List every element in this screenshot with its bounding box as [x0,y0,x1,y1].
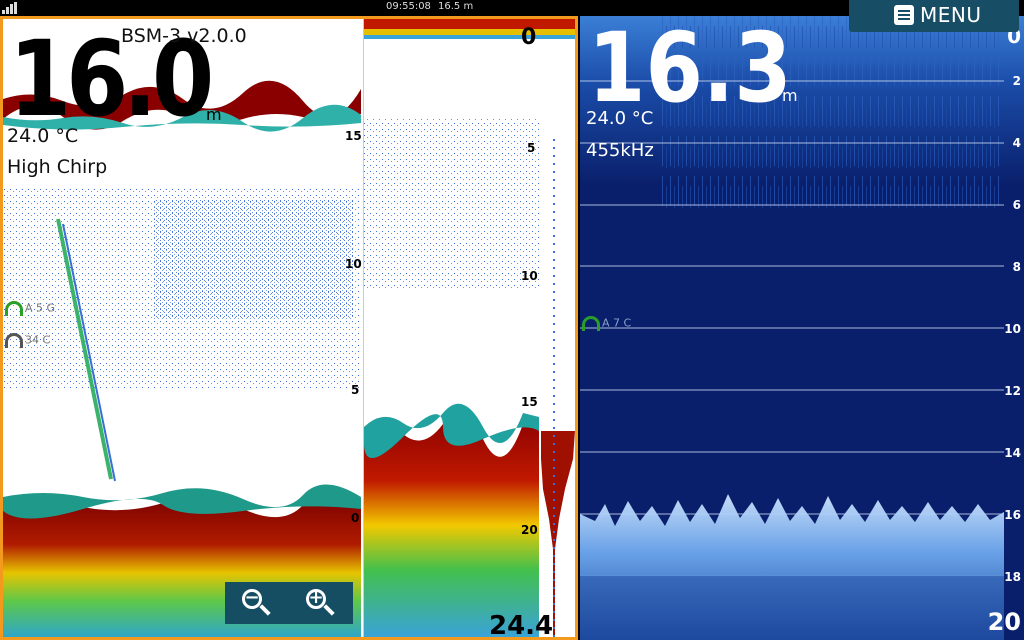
menu-button[interactable]: MENU [849,0,1019,32]
downscan-range-gauge[interactable]: A 7 C [582,316,631,331]
signal-strength-icon [2,2,22,14]
gauge-arc-icon [582,316,600,331]
zoom-scale-label: 10 [521,269,538,283]
zoom-out-button[interactable]: − [239,586,273,620]
zoom-in-button[interactable]: + [303,586,337,620]
status-depth: 16.5 m [438,1,474,12]
status-time: 09:55:08 [386,1,431,12]
downscan-scale-label: 18 [1004,570,1021,584]
depth-scale-label: 0 [351,511,360,525]
frequency-mode: High Chirp [7,156,108,178]
zoom-scale-label: 20 [521,523,538,537]
downscan-depth-readout: 16.3 [588,16,792,124]
menu-icon [894,5,914,25]
depth-scale-label: 15 [345,129,362,143]
downscan-scale-label: 16 [1004,508,1021,522]
depth-unit: m [206,105,222,124]
downscan-scale-label: 4 [1012,136,1021,150]
transducer-label: BSM-3 v2.0.0 [121,25,247,47]
downscan-scale-label: 12 [1004,384,1021,398]
water-temperature: 24.0 °C [7,125,79,147]
downscan-scale-label: 10 [1004,322,1021,336]
downscan-scale-label: 6 [1012,198,1021,212]
downscan-depth-unit: m [782,86,798,105]
downscan-panel[interactable]: 16.3 m 24.0 °C 455kHz A 7 C 0 2 4 6 8 10… [580,16,1024,640]
downscan-scale-label: 14 [1004,446,1021,460]
chirp-sonar-panel[interactable]: 16.0 m BSM-3 v2.0.0 24.0 °C High Chirp 1… [0,16,578,640]
downscan-bottom-depth: 20 [987,608,1021,636]
downscan-scale-label: 8 [1012,260,1021,274]
downscan-scale-label: 2 [1012,74,1021,88]
bottom-depth-label: 24.4 [489,611,554,640]
downscan-frequency: 455kHz [586,140,654,161]
downscan-temperature: 24.0 °C [586,108,654,129]
gain-gauge[interactable]: 34 C [5,333,50,348]
zoom-toolbar: − + [225,582,353,624]
depth-scale-label: 10 [345,257,362,271]
zoom-scale-label: 5 [527,141,536,155]
zoom-scale-label: 15 [521,395,538,409]
depth-scale-label: 5 [351,383,360,397]
gauge-arc-icon [5,301,23,316]
range-gauge[interactable]: A 5 G [5,301,55,316]
menu-label: MENU [920,3,982,27]
gauge-arc-icon [5,333,23,348]
zoom-scale-label: 0 [521,25,537,50]
